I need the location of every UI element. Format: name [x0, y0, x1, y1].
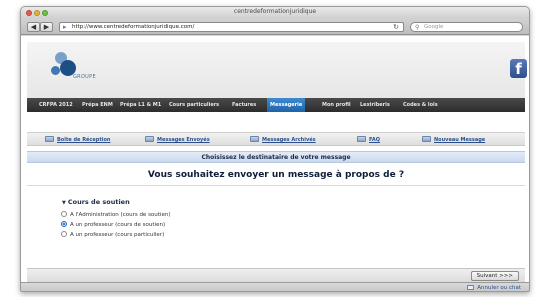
new-message-icon: [422, 136, 431, 142]
nav-item-factures[interactable]: Factures: [232, 98, 256, 112]
address-bar[interactable]: ▸ http://www.centredeformationjuridique.…: [59, 22, 404, 32]
fieldset-legend-label: Cours de soutien: [67, 198, 130, 206]
faq-icon: [357, 136, 366, 142]
nav-item-messagerie[interactable]: Messagerie: [267, 98, 306, 112]
disclosure-triangle-icon: ▼: [62, 200, 66, 206]
message-question: Vous souhaitez envoyer un message à prop…: [147, 170, 405, 180]
option-professeur-particulier-label: A un professeur (cours particulier): [70, 232, 165, 238]
option-professeur-particulier[interactable]: A un professeur (cours particulier): [61, 231, 164, 239]
nav-item-crfpa[interactable]: CRFPA 2012: [39, 98, 73, 112]
nav-item-cours-particuliers[interactable]: Cours particuliers: [169, 98, 219, 112]
status-link[interactable]: Annuler ou chat: [467, 284, 521, 291]
back-button[interactable]: ◀: [27, 22, 40, 32]
archive-icon: [250, 136, 259, 142]
tab-inbox-label: Boîte de Réception: [57, 137, 111, 143]
forward-button[interactable]: ▶: [40, 22, 53, 32]
title-bar: centredeformationjuridique: [21, 7, 529, 19]
form-footer: Suivant >>>: [27, 268, 525, 282]
tab-faq-label: FAQ: [369, 137, 380, 143]
nav-item-lexiriberis[interactable]: Lexiriberis: [360, 98, 390, 112]
browser-window: centredeformationjuridique ◀ ▶ ▸ http://…: [20, 6, 530, 292]
tab-new-message-label: Nouveau Message: [434, 137, 486, 143]
radio-professeur-particulier[interactable]: [61, 231, 67, 237]
forward-arrow-icon: ▶: [43, 23, 50, 31]
search-input[interactable]: ⚲ Google: [410, 22, 523, 32]
divider: [27, 185, 525, 186]
tab-sent[interactable]: Messages Envoyés: [145, 133, 210, 147]
nav-item-prepa-enm[interactable]: Prépa ENM: [82, 98, 113, 112]
tab-new-message[interactable]: Nouveau Message: [422, 133, 485, 147]
reload-icon[interactable]: ↻: [393, 23, 399, 32]
browser-toolbar: ◀ ▶ ▸ http://www.centredeformationjuridi…: [21, 19, 529, 35]
radio-professeur-soutien[interactable]: [61, 221, 67, 227]
logo-text[interactable]: GROUPE: [73, 74, 96, 80]
tab-faq[interactable]: FAQ: [357, 133, 380, 147]
option-professeur-soutien-label: A un professeur (cours de soutien): [70, 222, 166, 228]
logo-mark-dot[interactable]: [51, 66, 60, 75]
messaging-tabs: Boîte de Réception Messages Envoyés Mess…: [27, 132, 525, 146]
choose-recipient-heading: Choisissez le destinataire de votre mess…: [27, 151, 525, 163]
radio-administration[interactable]: [61, 211, 67, 217]
search-placeholder: Google: [424, 24, 444, 30]
web-page: GROUPE f CRFPA 2012 Prépa ENM Prépa L1 &…: [21, 36, 529, 282]
option-administration-label: A l'Administration (cours de soutien): [70, 212, 171, 218]
tab-archived[interactable]: Messages Archivés: [250, 133, 316, 147]
fieldset-legend[interactable]: ▼ Cours de soutien: [62, 198, 130, 206]
status-bar: Annuler ou chat: [21, 282, 529, 291]
page-favicon-icon: ▸: [63, 23, 67, 31]
inbox-icon: [45, 136, 54, 142]
nav-item-codes-lois[interactable]: Codes & lois: [403, 98, 438, 112]
search-icon: ⚲: [415, 24, 420, 31]
chat-icon: [467, 285, 475, 290]
url-text: http://www.centredeformationjuridique.co…: [72, 24, 195, 30]
next-button[interactable]: Suivant >>>: [470, 271, 519, 281]
site-header: GROUPE f: [27, 42, 527, 98]
status-link-label: Annuler ou chat: [477, 285, 521, 291]
window-title: centredeformationjuridique: [233, 8, 317, 15]
tab-inbox[interactable]: Boîte de Réception: [45, 133, 110, 147]
tab-sent-label: Messages Envoyés: [157, 137, 210, 143]
back-arrow-icon: ◀: [30, 23, 37, 31]
option-professeur-soutien[interactable]: A un professeur (cours de soutien): [61, 221, 165, 229]
nav-item-mon-profil[interactable]: Mon profil: [322, 98, 351, 112]
tab-archived-label: Messages Archivés: [262, 137, 316, 143]
main-navigation: CRFPA 2012 Prépa ENM Prépa L1 & M1 Cours…: [27, 98, 525, 112]
sent-icon: [145, 136, 154, 142]
option-administration[interactable]: A l'Administration (cours de soutien): [61, 211, 170, 219]
facebook-icon[interactable]: f: [510, 59, 527, 78]
nav-item-prepa-l1-m1[interactable]: Prépa L1 & M1: [120, 98, 161, 112]
